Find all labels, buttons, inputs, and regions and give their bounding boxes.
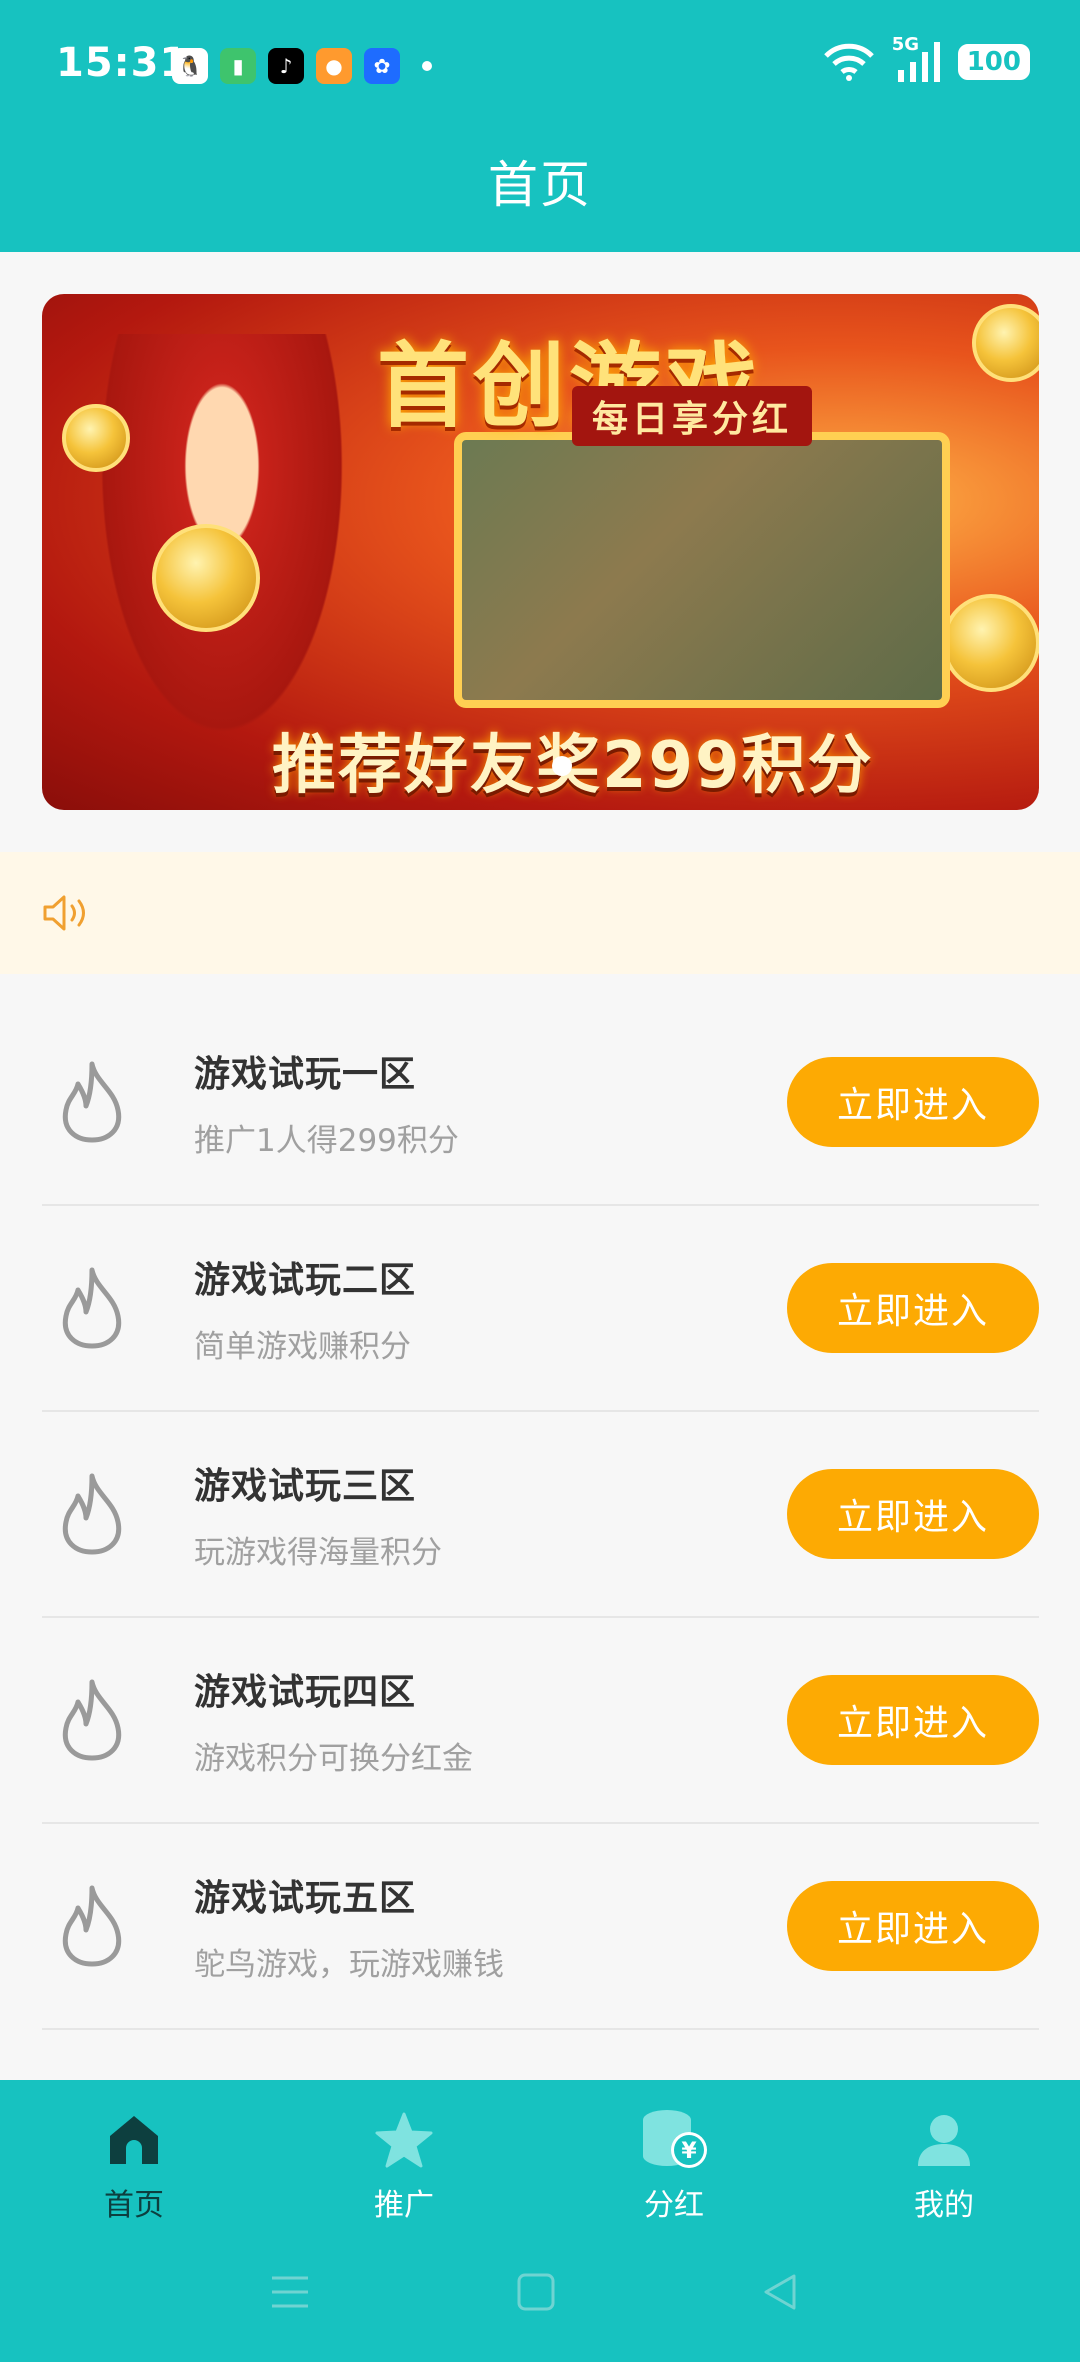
speaker-icon xyxy=(43,895,85,931)
list-item: 游戏试玩三区 玩游戏得海量积分 立即进入 xyxy=(42,1412,1039,1618)
tiktok-icon: ♪ xyxy=(268,48,304,84)
battery-app-icon: ▮ xyxy=(220,48,256,84)
page-title: 首页 xyxy=(488,156,592,214)
zone-description: 鸵鸟游戏，玩游戏赚钱 xyxy=(194,1947,504,1983)
zone-description: 游戏积分可换分红金 xyxy=(194,1741,473,1777)
tab-mine[interactable]: 我的 xyxy=(844,2100,1044,2224)
tab-label: 我的 xyxy=(914,2188,974,2223)
enter-zone-button[interactable]: 立即进入 xyxy=(787,1675,1039,1765)
tab-label: 首页 xyxy=(104,2188,164,2223)
game-screenshot xyxy=(454,432,950,708)
zone-description: 简单游戏赚积分 xyxy=(194,1329,411,1365)
tab-home[interactable]: 首页 xyxy=(34,2100,234,2224)
coin-icon xyxy=(942,594,1039,692)
battery-indicator: 100 xyxy=(957,44,1030,80)
back-icon[interactable] xyxy=(758,2270,802,2314)
signal-icon: 5G xyxy=(892,34,942,82)
fire-icon xyxy=(62,1679,122,1761)
wifi-icon xyxy=(823,43,874,81)
tab-promote[interactable]: 推广 xyxy=(304,2100,504,2224)
enter-zone-button[interactable]: 立即进入 xyxy=(787,1881,1039,1971)
enter-zone-button[interactable]: 立即进入 xyxy=(787,1263,1039,1353)
star-icon xyxy=(375,2112,433,2168)
list-item: 游戏试玩四区 游戏积分可换分红金 立即进入 xyxy=(42,1618,1039,1824)
coins-icon: ¥ xyxy=(643,2110,707,2168)
zone-description: 玩游戏得海量积分 xyxy=(194,1535,442,1571)
fire-icon xyxy=(62,1267,122,1349)
coin-icon xyxy=(62,404,130,472)
home-button-icon[interactable] xyxy=(514,2270,558,2314)
fire-icon xyxy=(62,1473,122,1555)
status-right: 5G 100 xyxy=(822,34,1030,82)
tab-dividend[interactable]: ¥ 分红 xyxy=(574,2100,774,2224)
home-icon xyxy=(110,2116,158,2164)
zone-title: 游戏试玩二区 xyxy=(194,1260,417,1301)
menu-icon[interactable] xyxy=(268,2270,312,2314)
notification-dot xyxy=(422,61,432,71)
zone-title: 游戏试玩五区 xyxy=(194,1878,417,1919)
banner-footer: 推荐好友奖299积分 xyxy=(272,729,874,803)
zone-title: 游戏试玩三区 xyxy=(194,1466,417,1507)
zone-title: 游戏试玩四区 xyxy=(194,1672,417,1713)
enter-zone-button[interactable]: 立即进入 xyxy=(787,1469,1039,1559)
list-item: 游戏试玩一区 推广1人得299积分 立即进入 xyxy=(42,1000,1039,1206)
notice-bar[interactable] xyxy=(0,852,1080,974)
banner-subtitle: 每日享分红 xyxy=(572,386,813,446)
status-time: 15:31 xyxy=(56,40,189,86)
status-bar: 15:31 🐧 ▮ ♪ ● ✿ 5G 100 xyxy=(0,0,1080,135)
blue-app-icon: ✿ xyxy=(364,48,400,84)
tab-label: 推广 xyxy=(374,2188,434,2223)
orange-app-icon: ● xyxy=(316,48,352,84)
coin-icon xyxy=(152,524,260,632)
qq-icon: 🐧 xyxy=(172,48,208,84)
system-nav-bar xyxy=(0,2250,1080,2340)
coin-icon xyxy=(972,304,1039,382)
zone-title: 游戏试玩一区 xyxy=(194,1054,417,1095)
user-icon xyxy=(918,2115,970,2166)
zone-description: 推广1人得299积分 xyxy=(194,1123,459,1159)
list-item: 游戏试玩五区 鸵鸟游戏，玩游戏赚钱 立即进入 xyxy=(42,1824,1039,2030)
enter-zone-button[interactable]: 立即进入 xyxy=(787,1057,1039,1147)
svg-text:¥: ¥ xyxy=(681,2139,697,2164)
app-header: 首页 xyxy=(0,135,1080,252)
status-app-icons: 🐧 ▮ ♪ ● ✿ xyxy=(172,48,432,84)
fire-icon xyxy=(62,1885,122,1967)
promo-banner[interactable]: 首创游戏 每日享分红 推荐好友奖299积分 xyxy=(42,294,1039,810)
tab-label: 分红 xyxy=(644,2188,704,2223)
fire-icon xyxy=(62,1061,122,1143)
game-zone-list: 游戏试玩一区 推广1人得299积分 立即进入 游戏试玩二区 简单游戏赚积分 立即… xyxy=(42,1000,1039,2030)
banner-pagination-dot[interactable] xyxy=(552,756,572,776)
list-item: 游戏试玩二区 简单游戏赚积分 立即进入 xyxy=(42,1206,1039,1412)
